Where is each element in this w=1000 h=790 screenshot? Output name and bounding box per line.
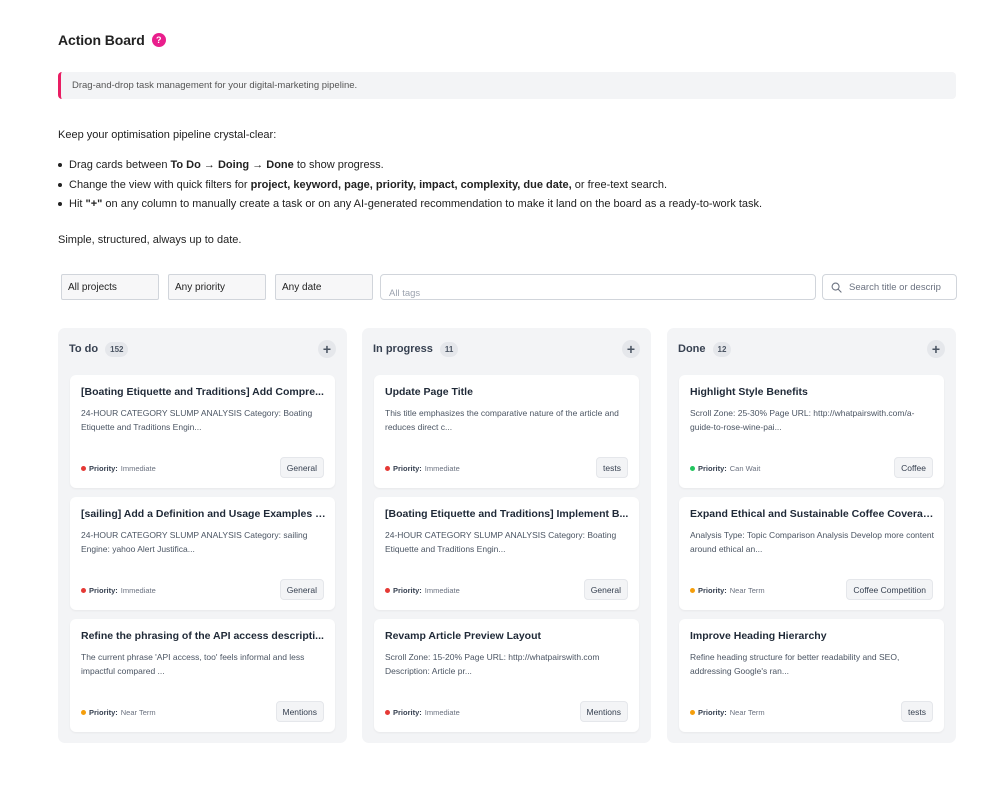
search-input[interactable]: Search title or descrip	[822, 274, 957, 300]
priority-indicator: Priority: Near Term	[81, 708, 156, 717]
priority-indicator: Priority: Immediate	[385, 586, 460, 595]
priority-indicator: Priority: Immediate	[81, 464, 156, 473]
tag-badge: Coffee Competition	[846, 579, 933, 600]
card-description: 24-HOUR CATEGORY SLUMP ANALYSIS Category…	[81, 530, 308, 554]
tags-filter-input[interactable]: All tags	[380, 274, 816, 300]
card-description: Analysis Type: Topic Comparison Analysis…	[690, 530, 934, 554]
column-done: Done 12 + Highlight Style Benefits Scrol…	[667, 328, 956, 743]
priority-dot-icon	[385, 710, 390, 715]
tag-badge: Mentions	[275, 701, 324, 722]
tag-badge: tests	[596, 457, 628, 478]
priority-value: Immediate	[424, 464, 460, 473]
card-title: Refine the phrasing of the API access de…	[81, 630, 324, 642]
feature-item-filters: Change the view with quick filters for p…	[58, 177, 762, 197]
tag-badge: General	[583, 579, 628, 600]
add-task-button[interactable]: +	[318, 340, 336, 358]
task-card[interactable]: Update Page Title This title emphasizes …	[374, 375, 639, 488]
priority-dot-icon	[690, 588, 695, 593]
search-placeholder: Search title or descrip	[849, 281, 941, 293]
feature-item-drag: Drag cards between To Do → Doing → Done …	[58, 157, 762, 177]
task-card[interactable]: [Boating Etiquette and Traditions] Add C…	[70, 375, 335, 488]
page-header: Action Board ?	[58, 32, 166, 48]
tag-badge: General	[279, 579, 324, 600]
task-card[interactable]: Expand Ethical and Sustainable Coffee Co…	[679, 497, 944, 610]
priority-value: Immediate	[424, 586, 460, 595]
priority-indicator: Priority: Near Term	[690, 708, 765, 717]
priority-dot-icon	[690, 710, 695, 715]
priority-indicator: Priority: Immediate	[385, 708, 460, 717]
priority-value: Can Wait	[729, 464, 761, 473]
priority-filter-select[interactable]: Any priority	[168, 274, 266, 300]
priority-dot-icon	[81, 710, 86, 715]
priority-value: Immediate	[120, 586, 156, 595]
card-title: [Boating Etiquette and Traditions] Add C…	[81, 386, 324, 398]
feature-list: Drag cards between To Do → Doing → Done …	[58, 157, 762, 216]
task-card[interactable]: Highlight Style Benefits Scroll Zone: 25…	[679, 375, 944, 488]
feature-item-add: Hit "+" on any column to manually create…	[58, 196, 762, 216]
priority-indicator: Priority: Immediate	[81, 586, 156, 595]
column-title: In progress	[373, 343, 433, 355]
column-header: In progress 11 +	[373, 340, 640, 358]
project-filter-select[interactable]: All projects	[61, 274, 159, 300]
card-title: Revamp Article Preview Layout	[385, 630, 542, 642]
task-card[interactable]: Revamp Article Preview Layout Scroll Zon…	[374, 619, 639, 732]
priority-indicator: Priority: Can Wait	[690, 464, 760, 473]
card-title: [Boating Etiquette and Traditions] Imple…	[385, 508, 629, 520]
task-card[interactable]: Improve Heading Hierarchy Refine heading…	[679, 619, 944, 732]
column-todo: To do 152 + [Boating Etiquette and Tradi…	[58, 328, 347, 743]
search-icon	[831, 282, 842, 293]
priority-dot-icon	[690, 466, 695, 471]
task-card[interactable]: [Boating Etiquette and Traditions] Imple…	[374, 497, 639, 610]
priority-dot-icon	[385, 588, 390, 593]
action-board-page: Action Board ? Drag-and-drop task manage…	[0, 0, 1000, 790]
intro-text: Keep your optimisation pipeline crystal-…	[58, 129, 277, 141]
card-description: Refine heading structure for better read…	[690, 652, 900, 676]
help-icon[interactable]: ?	[151, 33, 166, 47]
priority-dot-icon	[385, 466, 390, 471]
card-title: Improve Heading Hierarchy	[690, 630, 827, 642]
priority-value: Immediate	[120, 464, 156, 473]
priority-dot-icon	[81, 588, 86, 593]
card-title: Expand Ethical and Sustainable Coffee Co…	[690, 508, 935, 520]
info-banner: Drag-and-drop task management for your d…	[58, 72, 956, 99]
priority-value: Near Term	[729, 586, 765, 595]
priority-dot-icon	[81, 466, 86, 471]
card-description: 24-HOUR CATEGORY SLUMP ANALYSIS Category…	[81, 408, 313, 432]
column-title: To do	[69, 343, 99, 355]
card-description: The current phrase 'API access, too' fee…	[81, 652, 305, 676]
card-description: Scroll Zone: 25-30% Page URL: http://wha…	[690, 408, 915, 432]
card-title: [sailing] Add a Definition and Usage Exa…	[81, 508, 326, 520]
priority-value: Immediate	[424, 708, 460, 717]
tag-badge: Mentions	[579, 701, 628, 722]
card-title: Update Page Title	[385, 386, 473, 398]
column-header: To do 152 +	[69, 340, 336, 358]
priority-value: Near Term	[729, 708, 765, 717]
tag-badge: tests	[901, 701, 933, 722]
priority-indicator: Priority: Immediate	[385, 464, 460, 473]
add-task-button[interactable]: +	[927, 340, 945, 358]
page-title: Action Board	[58, 32, 145, 48]
add-task-button[interactable]: +	[622, 340, 640, 358]
card-title: Highlight Style Benefits	[690, 386, 808, 398]
task-card[interactable]: [sailing] Add a Definition and Usage Exa…	[70, 497, 335, 610]
column-in-progress: In progress 11 + Update Page Title This …	[362, 328, 651, 743]
priority-value: Near Term	[120, 708, 156, 717]
card-description: This title emphasizes the comparative na…	[385, 408, 619, 432]
outro-text: Simple, structured, always up to date.	[58, 234, 242, 246]
column-title: Done	[678, 343, 706, 355]
count-badge: 12	[712, 341, 732, 357]
card-description: 24-HOUR CATEGORY SLUMP ANALYSIS Category…	[385, 530, 617, 554]
card-description: Scroll Zone: 15-20% Page URL: http://wha…	[385, 652, 600, 676]
tag-badge: General	[279, 457, 324, 478]
date-filter-select[interactable]: Any date	[275, 274, 373, 300]
count-badge: 11	[439, 341, 459, 357]
priority-indicator: Priority: Near Term	[690, 586, 765, 595]
column-header: Done 12 +	[678, 340, 945, 358]
count-badge: 152	[105, 341, 129, 357]
task-card[interactable]: Refine the phrasing of the API access de…	[70, 619, 335, 732]
tag-badge: Coffee	[894, 457, 933, 478]
